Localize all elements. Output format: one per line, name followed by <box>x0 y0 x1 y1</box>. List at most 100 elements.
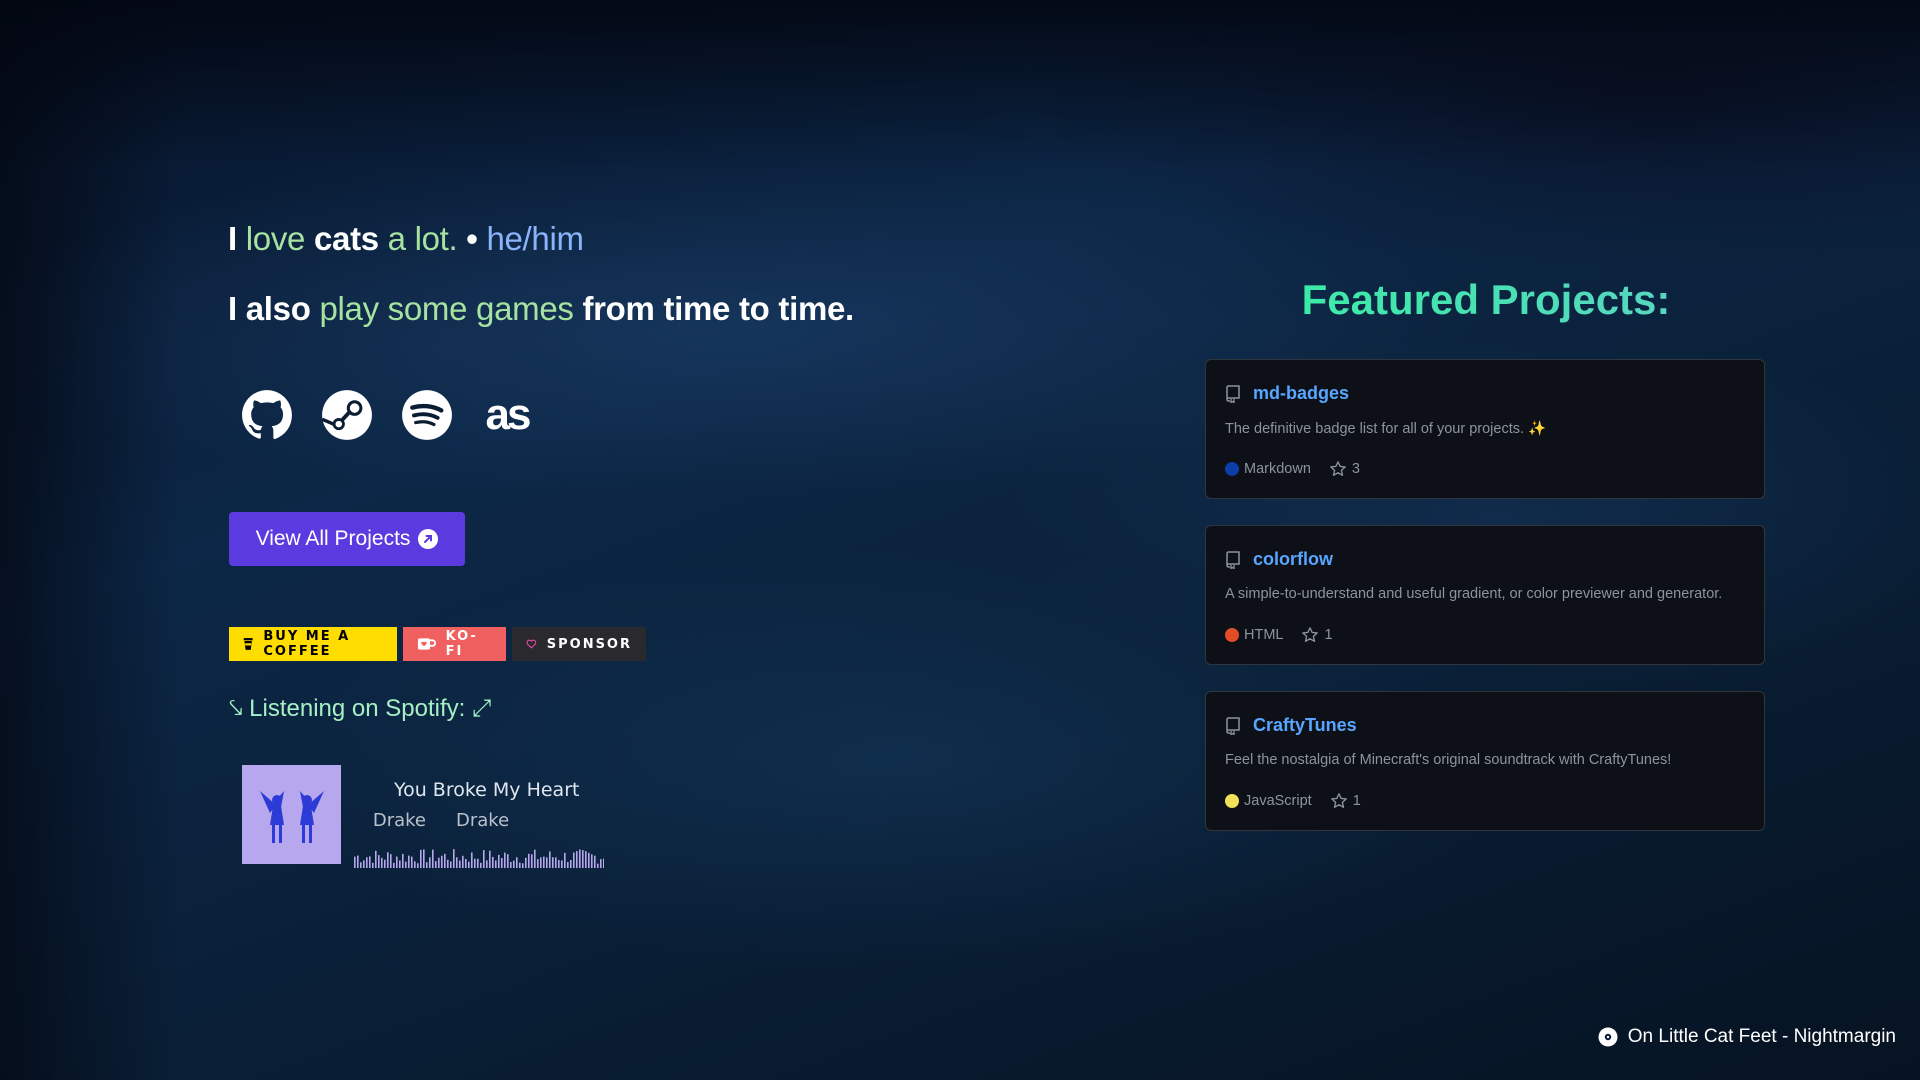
buy-me-a-coffee-badge[interactable]: BUY ME A COFFEE <box>229 627 397 661</box>
sponsor-badge[interactable]: SPONSOR <box>512 627 646 661</box>
waveform-bar <box>396 856 398 868</box>
steam-icon[interactable] <box>320 388 374 442</box>
song-artist-text: Drake <box>456 810 510 831</box>
song-title: You Broke My Heart <box>394 779 580 801</box>
waveform-bar <box>558 860 560 868</box>
waveform-bar <box>369 856 371 868</box>
badge-label: SPONSOR <box>546 636 632 652</box>
waveform-bar <box>435 861 437 868</box>
now-playing-footer[interactable]: On Little Cat Feet - Nightmargin <box>1598 1026 1896 1048</box>
waveform-bar <box>486 860 488 868</box>
waveform-bar <box>441 855 443 868</box>
repo-name-link[interactable]: CraftyTunes <box>1253 715 1357 736</box>
waveform-bar <box>495 860 497 868</box>
waveform-bar <box>360 862 362 868</box>
repo-star-count: 3 <box>1351 461 1360 477</box>
lastfm-logo-text: as <box>485 390 532 439</box>
repo-star-count: 1 <box>1324 627 1333 643</box>
waveform-bar <box>363 860 365 868</box>
star-icon <box>1330 793 1347 808</box>
waveform-bar <box>417 863 419 868</box>
waveform-bar <box>534 849 536 868</box>
album-art[interactable] <box>242 765 341 864</box>
disc-icon <box>1598 1027 1618 1047</box>
language-color-dot <box>1225 462 1239 476</box>
waveform-bar <box>567 862 569 868</box>
coffee-cup-icon <box>243 638 253 650</box>
waveform-bar <box>489 850 491 868</box>
waveform-bar <box>474 858 476 868</box>
waveform-bar <box>579 849 581 868</box>
waveform-bar <box>519 862 521 868</box>
language-color-dot <box>1225 628 1239 642</box>
waveform-bar <box>354 856 356 868</box>
repo-card-craftytunes[interactable]: CraftyTunes Feel the nostalgia of Minecr… <box>1205 691 1765 831</box>
waveform-bar <box>561 860 563 868</box>
waveform-bar <box>546 857 548 868</box>
badge-label: KO-FI <box>445 629 478 659</box>
waveform-bar <box>576 851 578 868</box>
waveform-bar <box>594 855 596 868</box>
waveform-bar <box>591 854 593 868</box>
waveform-bar <box>420 849 422 868</box>
waveform-bar <box>528 853 530 868</box>
waveform-bar <box>513 860 515 868</box>
waveform-bar <box>603 858 604 868</box>
waveform-bar <box>459 860 461 868</box>
waveform-bar <box>522 863 524 868</box>
waveform-bar <box>462 855 464 868</box>
listening-on-spotify-heading: ⤥ Listening on Spotify: ⤢ <box>229 695 492 722</box>
waveform-bar <box>405 861 407 868</box>
waveform-bar <box>378 855 380 868</box>
waveform-bar <box>372 862 374 868</box>
intro-text: cats <box>305 220 379 257</box>
repo-description: The definitive badge list for all of you… <box>1225 421 1547 437</box>
intro-text-highlight: play some games <box>319 290 574 327</box>
waveform-bar <box>450 861 452 868</box>
waveform-bar <box>504 852 506 868</box>
arrow-up-right-icon <box>418 529 439 549</box>
waveform-bar <box>549 851 551 868</box>
repo-language: HTML <box>1244 627 1284 643</box>
waveform-bar <box>555 857 557 868</box>
waveform-bar <box>381 857 383 868</box>
audio-waveform <box>354 849 604 868</box>
repo-star-count: 1 <box>1352 793 1361 809</box>
waveform-bar <box>525 857 527 868</box>
waveform-bar <box>492 856 494 868</box>
waveform-bar <box>507 854 509 868</box>
ko-fi-cup-icon <box>417 638 436 650</box>
intro-text: I also <box>228 290 320 327</box>
github-icon[interactable] <box>240 388 294 442</box>
waveform-bar <box>471 852 473 868</box>
ko-fi-badge[interactable]: KO-FI <box>403 627 506 661</box>
lastfm-icon[interactable]: as <box>480 388 534 442</box>
waveform-bar <box>411 856 413 868</box>
waveform-bar <box>465 859 467 868</box>
waveform-bar <box>366 857 368 868</box>
waveform-bar <box>585 851 587 868</box>
waveform-bar <box>570 859 572 868</box>
repo-language: Markdown <box>1244 461 1311 477</box>
background-shade-top <box>0 0 1920 170</box>
waveform-bar <box>552 857 554 868</box>
repo-language: JavaScript <box>1244 793 1312 809</box>
waveform-bar <box>588 852 590 868</box>
waveform-bar <box>483 850 485 868</box>
waveform-bar <box>399 860 401 868</box>
star-icon <box>1330 461 1346 476</box>
repo-card-colorflow[interactable]: colorflow A simple-to-understand and use… <box>1205 525 1765 665</box>
waveform-bar <box>480 862 482 868</box>
repo-card-md-badges[interactable]: md-badges The definitive badge list for … <box>1205 359 1765 499</box>
repo-name-link[interactable]: colorflow <box>1253 549 1333 570</box>
waveform-bar <box>390 854 392 868</box>
view-all-projects-button[interactable]: View All Projects <box>229 512 465 566</box>
waveform-bar <box>444 853 446 868</box>
waveform-bar <box>456 857 458 868</box>
spotify-icon[interactable] <box>400 388 454 442</box>
intro-text: from time to time. <box>573 290 854 327</box>
intro-line-2: I also play some games from time to time… <box>228 290 854 328</box>
waveform-bar <box>501 857 503 868</box>
language-color-dot <box>1225 794 1239 808</box>
repo-name-link[interactable]: md-badges <box>1253 383 1349 404</box>
